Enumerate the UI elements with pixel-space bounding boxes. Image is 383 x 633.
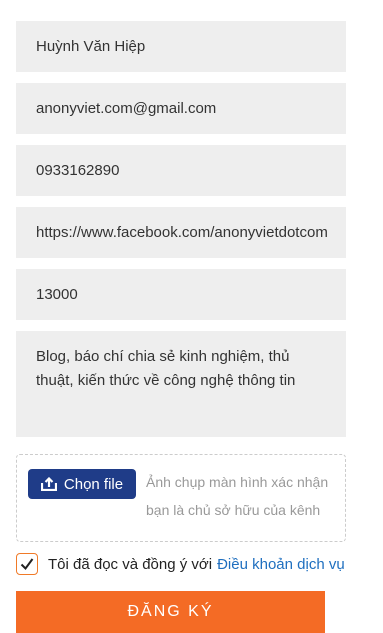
terms-agreement-row: Tôi đã đọc và đồng ý với Điều khoản dịch…	[16, 550, 345, 578]
description-textarea-value: Blog, báo chí chia sẻ kinh nghiệm, thủ t…	[36, 348, 296, 389]
email-field[interactable]: anonyviet.com@gmail.com	[16, 83, 346, 134]
url-field-value: https://www.facebook.com/anonyvietdotcom	[36, 224, 328, 241]
url-field[interactable]: https://www.facebook.com/anonyvietdotcom	[16, 207, 346, 258]
name-field[interactable]: Huỳnh Văn Hiệp	[16, 21, 346, 72]
email-field-value: anonyviet.com@gmail.com	[36, 100, 217, 117]
name-field-value: Huỳnh Văn Hiệp	[36, 38, 146, 55]
terms-checkbox[interactable]	[16, 553, 38, 575]
follower-count-field[interactable]: 13000	[16, 269, 346, 320]
register-button[interactable]: ĐĂNG KÝ	[16, 591, 325, 633]
follower-count-field-value: 13000	[36, 286, 78, 303]
upload-icon	[40, 476, 57, 492]
registration-form: Huỳnh Văn Hiệp anonyviet.com@gmail.com 0…	[0, 0, 383, 633]
upload-hint-text: Ảnh chụp màn hình xác nhận bạn là chủ sở…	[146, 474, 329, 518]
choose-file-label: Chọn file	[63, 475, 124, 493]
phone-field[interactable]: 0933162890	[16, 145, 346, 196]
file-upload-area[interactable]: Chọn file Ảnh chụp màn hình xác nhận bạn…	[16, 454, 346, 542]
checkmark-icon	[20, 558, 34, 571]
phone-field-value: 0933162890	[36, 162, 120, 179]
terms-agreement-text: Tôi đã đọc và đồng ý với	[48, 555, 213, 573]
terms-of-service-link[interactable]: Điều khoản dịch vụ	[217, 556, 345, 573]
choose-file-button[interactable]: Chọn file	[28, 469, 136, 499]
description-textarea[interactable]: Blog, báo chí chia sẻ kinh nghiệm, thủ t…	[16, 331, 346, 437]
